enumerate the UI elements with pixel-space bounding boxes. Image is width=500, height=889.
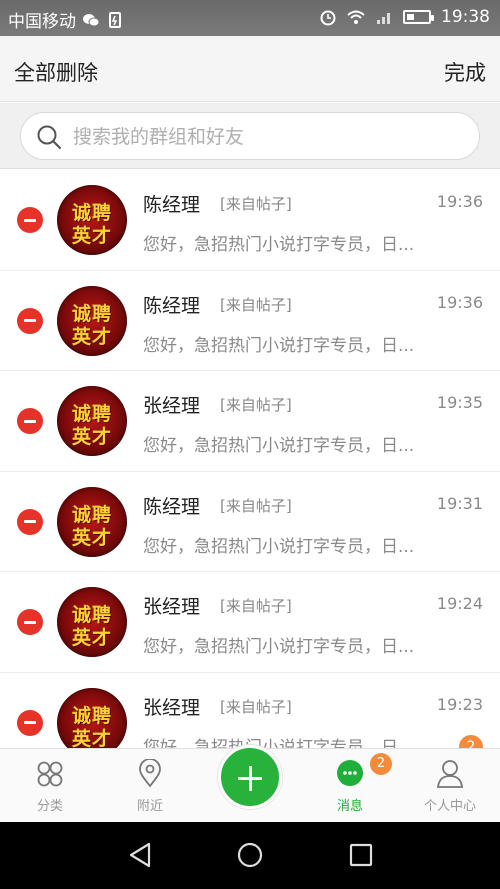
home-icon[interactable] [236,841,264,869]
recents-icon[interactable] [348,841,374,869]
conversation-row[interactable]: 诚聘 英才 陈经理 [来自帖子] 19:31 您好，急招热门小说打字专员，日... [0,472,500,572]
contact-name: 张经理 [143,395,201,417]
chat-icon [337,760,363,786]
avatar: 诚聘 英才 [57,185,127,255]
wifi-icon [347,10,365,24]
back-icon[interactable] [127,841,153,869]
bottom-tab-bar: 分类 附近 消息 2 个人中心 [0,745,500,823]
category-icon [37,761,63,787]
status-bar: 中国移动 19:38 [0,0,500,36]
contact-name: 张经理 [143,596,201,618]
contact-name: 陈经理 [143,495,201,518]
avatar: 诚聘 英才 [57,486,127,557]
remove-conversation-button[interactable] [17,408,43,434]
conversation-row[interactable]: 诚聘 英才 陈经理 [来自帖子] 19:36 您好，急招热门小说打字专员，日... [0,170,500,271]
tab-nearby[interactable]: 附近 [100,749,200,823]
clock-label: 19:38 [441,7,490,27]
wechat-notification-icon [83,13,100,26]
tab-label: 分类 [36,799,63,814]
tab-label: 个人中心 [423,799,476,814]
alarm-icon [320,10,336,26]
message-preview: 您好，急招热门小说打字专员，日... [143,737,415,749]
conversation-row[interactable]: 诚聘 英才 张经理 [来自帖子] 19:24 您好，急招热门小说打字专员，日... [0,572,500,673]
avatar: 诚聘 英才 [57,587,127,657]
conversation-list: 诚聘 英才 陈经理 [来自帖子] 19:36 您好，急招热门小说打字专员，日...… [0,170,500,748]
search-input[interactable] [73,122,453,152]
battery-icon [403,10,434,24]
unread-badge: 2 [459,734,483,748]
source-tag: [来自帖子] [220,295,292,314]
source-tag: [来自帖子] [220,195,292,213]
message-time: 19:36 [436,292,483,312]
add-button[interactable] [218,745,282,809]
remove-conversation-button[interactable] [17,508,43,535]
tab-label: 消息 [336,799,363,814]
search-area [0,103,500,169]
source-tag: [来自帖子] [220,697,292,716]
source-tag: [来自帖子] [220,496,292,515]
remove-conversation-button[interactable] [17,307,43,334]
tab-category[interactable]: 分类 [0,749,100,823]
message-preview: 您好，急招热门小说打字专员，日... [143,235,415,255]
avatar: 诚聘 英才 [57,687,127,748]
message-preview: 您好，急招热门小说打字专员，日... [143,536,415,557]
remove-conversation-button[interactable] [17,609,43,635]
messages-badge: 2 [370,753,392,775]
conversation-row[interactable]: 诚聘 英才 陈经理 [来自帖子] 19:36 您好，急招热门小说打字专员，日... [0,271,500,371]
contact-name: 张经理 [143,696,201,719]
message-time: 19:35 [436,393,483,412]
contact-name: 陈经理 [143,194,201,216]
contact-name: 陈经理 [143,294,201,317]
message-preview: 您好，急招热门小说打字专员，日... [143,335,415,356]
system-nav-bar [0,822,500,889]
signal-icon [377,13,390,24]
tab-label: 附近 [136,799,163,814]
message-time: 19:36 [436,192,483,211]
message-time: 19:31 [436,493,483,513]
conversation-row[interactable]: 诚聘 英才 张经理 [来自帖子] 19:23 您好，急招热门小说打字专员，日...… [0,673,500,749]
carrier-label: 中国移动 [8,12,76,32]
message-time: 19:24 [436,594,483,613]
avatar: 诚聘 英才 [57,285,127,356]
remove-conversation-button[interactable] [17,207,43,233]
message-preview: 您好，急招热门小说打字专员，日... [143,436,415,456]
location-icon [139,759,161,788]
source-tag: [来自帖子] [220,396,292,414]
delete-all-button[interactable]: 全部删除 [14,57,98,87]
done-button[interactable]: 完成 [444,57,486,87]
search-box[interactable] [20,112,480,160]
edit-header: 全部删除 完成 [0,36,500,102]
source-tag: [来自帖子] [220,597,292,615]
remove-conversation-button[interactable] [17,709,43,736]
tab-profile[interactable]: 个人中心 [400,749,500,823]
conversation-row[interactable]: 诚聘 英才 张经理 [来自帖子] 19:35 您好，急招热门小说打字专员，日... [0,371,500,472]
avatar: 诚聘 英才 [57,386,127,456]
search-icon [37,125,62,150]
message-time: 19:23 [436,694,483,714]
message-preview: 您好，急招热门小说打字专员，日... [143,637,415,657]
sim-status-icon [109,11,121,28]
user-icon [436,760,464,788]
